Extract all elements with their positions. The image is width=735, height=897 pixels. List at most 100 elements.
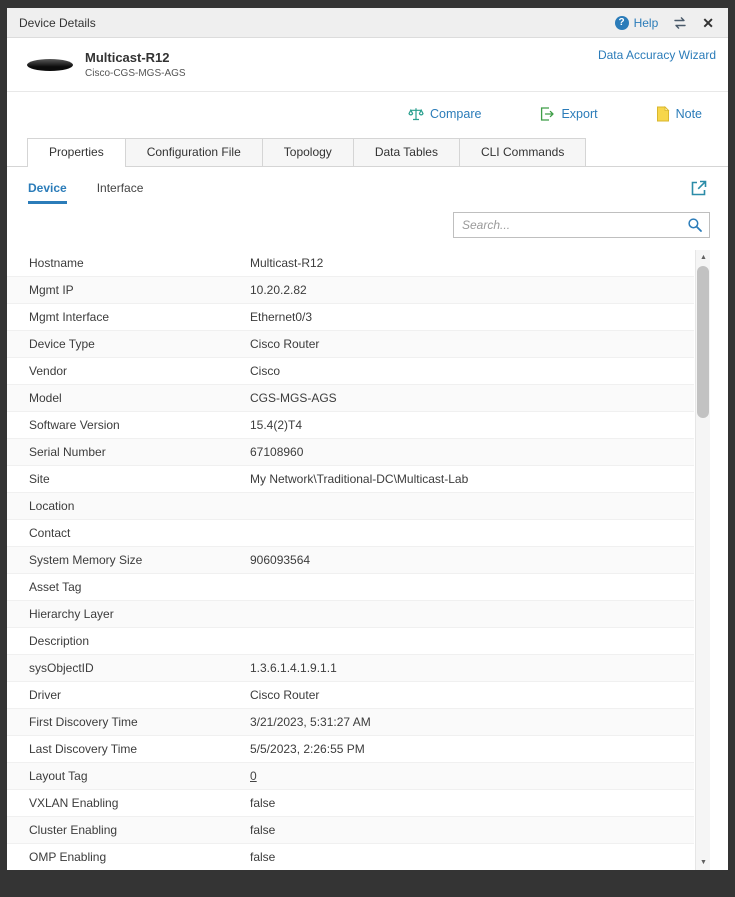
export-icon — [539, 106, 555, 122]
table-row: OMP Enablingfalse — [7, 844, 694, 870]
property-label: Model — [29, 391, 250, 405]
tab-properties[interactable]: Properties — [27, 138, 126, 167]
device-details-dialog: Device Details ? Help ✕ Multicast-R12 Ci… — [7, 8, 728, 870]
layout-tag-link[interactable]: 0 — [250, 769, 257, 783]
property-label: Contact — [29, 526, 250, 540]
note-label: Note — [676, 107, 702, 121]
property-value: 10.20.2.82 — [250, 283, 694, 297]
help-label: Help — [634, 16, 659, 30]
property-value: 3/21/2023, 5:31:27 AM — [250, 715, 694, 729]
search-box — [453, 212, 710, 238]
property-label: Location — [29, 499, 250, 513]
close-icon[interactable]: ✕ — [702, 16, 714, 30]
help-icon: ? — [615, 16, 629, 30]
device-header: Multicast-R12 Cisco-CGS-MGS-AGS Data Acc… — [7, 38, 728, 92]
table-row: sysObjectID1.3.6.1.4.1.9.1.1 — [7, 655, 694, 682]
property-label: Asset Tag — [29, 580, 250, 594]
property-value: 5/5/2023, 2:26:55 PM — [250, 742, 694, 756]
property-value: 67108960 — [250, 445, 694, 459]
table-row: Mgmt IP10.20.2.82 — [7, 277, 694, 304]
compare-button[interactable]: Compare — [408, 106, 481, 122]
note-icon — [656, 106, 670, 122]
refresh-icon[interactable] — [672, 16, 688, 30]
property-label: Driver — [29, 688, 250, 702]
property-value: 906093564 — [250, 553, 694, 567]
property-label: Layout Tag — [29, 769, 250, 783]
property-value: 1.3.6.1.4.1.9.1.1 — [250, 661, 694, 675]
device-model: Cisco-CGS-MGS-AGS — [85, 68, 186, 79]
property-label: Site — [29, 472, 250, 486]
scroll-up-button[interactable]: ▲ — [696, 250, 710, 265]
note-button[interactable]: Note — [656, 106, 702, 122]
property-label: Mgmt Interface — [29, 310, 250, 324]
table-row: Device TypeCisco Router — [7, 331, 694, 358]
export-label: Export — [561, 107, 597, 121]
scrollbar[interactable]: ▲ ▼ — [695, 250, 710, 870]
property-label: Hostname — [29, 256, 250, 270]
table-row: DriverCisco Router — [7, 682, 694, 709]
open-in-new-window-icon[interactable] — [689, 179, 708, 198]
tab-data-tables[interactable]: Data Tables — [353, 138, 460, 166]
compare-scales-icon — [408, 106, 424, 122]
table-row: System Memory Size906093564 — [7, 547, 694, 574]
device-name: Multicast-R12 — [85, 50, 186, 65]
screen-frame: Device Details ? Help ✕ Multicast-R12 Ci… — [0, 0, 735, 897]
property-value: Cisco — [250, 364, 694, 378]
help-button[interactable]: ? Help — [615, 16, 659, 30]
property-label: OMP Enabling — [29, 850, 250, 864]
data-accuracy-wizard-link[interactable]: Data Accuracy Wizard — [598, 48, 716, 62]
property-label: System Memory Size — [29, 553, 250, 567]
property-value: false — [250, 823, 694, 837]
property-value: My Network\Traditional-DC\Multicast-Lab — [250, 472, 694, 486]
property-value: 0 — [250, 769, 694, 783]
table-row: Mgmt InterfaceEthernet0/3 — [7, 304, 694, 331]
router-icon — [27, 59, 73, 71]
table-row: Last Discovery Time5/5/2023, 2:26:55 PM — [7, 736, 694, 763]
export-button[interactable]: Export — [539, 106, 597, 122]
table-row: Layout Tag0 — [7, 763, 694, 790]
table-row: VendorCisco — [7, 358, 694, 385]
property-value: Ethernet0/3 — [250, 310, 694, 324]
properties-panel: Device Interface — [7, 167, 728, 870]
property-label: VXLAN Enabling — [29, 796, 250, 810]
table-row: Software Version15.4(2)T4 — [7, 412, 694, 439]
subtab-bar: Device Interface — [7, 167, 728, 204]
search-row — [7, 204, 728, 238]
compare-label: Compare — [430, 107, 481, 121]
scroll-thumb[interactable] — [697, 266, 709, 418]
property-value: CGS-MGS-AGS — [250, 391, 694, 405]
property-label: Device Type — [29, 337, 250, 351]
table-row: HostnameMulticast-R12 — [7, 250, 694, 277]
table-row: Location — [7, 493, 694, 520]
tab-configuration-file[interactable]: Configuration File — [125, 138, 263, 166]
property-label: Description — [29, 634, 250, 648]
device-identity: Multicast-R12 Cisco-CGS-MGS-AGS — [85, 50, 186, 79]
subtab-interface[interactable]: Interface — [97, 181, 144, 201]
scroll-down-button[interactable]: ▼ — [696, 855, 710, 870]
property-label: Mgmt IP — [29, 283, 250, 297]
property-value: false — [250, 796, 694, 810]
property-value: Cisco Router — [250, 337, 694, 351]
property-label: sysObjectID — [29, 661, 250, 675]
table-row: Contact — [7, 520, 694, 547]
tab-cli-commands[interactable]: CLI Commands — [459, 138, 586, 166]
action-bar: Compare Export Note — [7, 92, 728, 130]
tab-bar: Properties Configuration File Topology D… — [7, 138, 728, 167]
subtab-device[interactable]: Device — [28, 181, 67, 204]
titlebar-actions: ? Help ✕ — [615, 16, 714, 30]
table-row: Hierarchy Layer — [7, 601, 694, 628]
tab-topology[interactable]: Topology — [262, 138, 354, 166]
property-value: 15.4(2)T4 — [250, 418, 694, 432]
property-label: Software Version — [29, 418, 250, 432]
search-input[interactable] — [462, 218, 687, 232]
property-label: Hierarchy Layer — [29, 607, 250, 621]
property-value: false — [250, 850, 694, 864]
property-label: Cluster Enabling — [29, 823, 250, 837]
dialog-titlebar: Device Details ? Help ✕ — [7, 8, 728, 38]
table-row: Description — [7, 628, 694, 655]
table-row: Cluster Enablingfalse — [7, 817, 694, 844]
table-row: First Discovery Time3/21/2023, 5:31:27 A… — [7, 709, 694, 736]
property-value: Cisco Router — [250, 688, 694, 702]
search-icon[interactable] — [687, 217, 703, 233]
properties-table: HostnameMulticast-R12Mgmt IP10.20.2.82Mg… — [7, 250, 710, 870]
